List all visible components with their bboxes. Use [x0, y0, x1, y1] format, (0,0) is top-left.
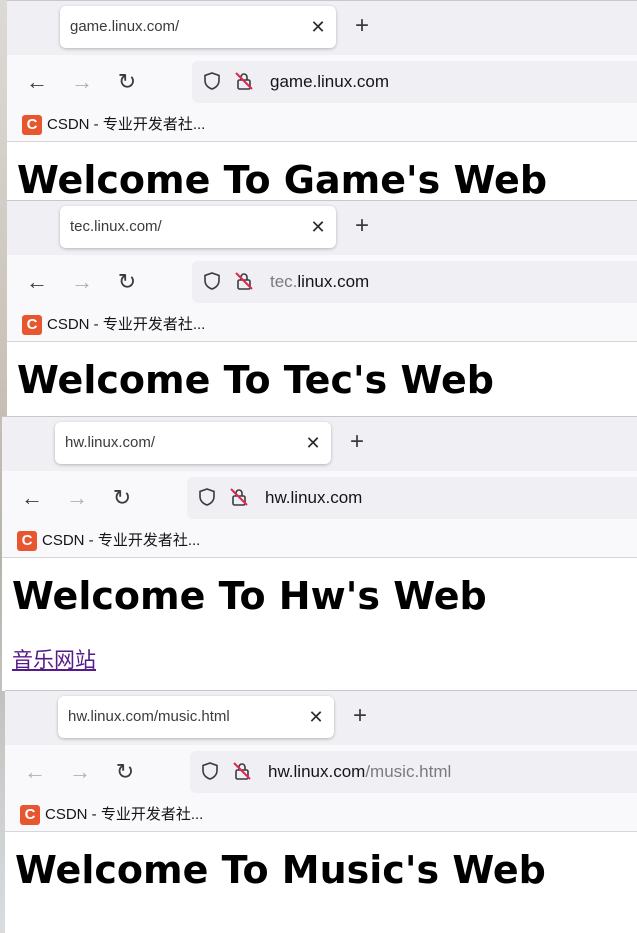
- bookmarks-toolbar: C CSDN - 专业开发者社...: [7, 309, 637, 342]
- tab-strip: hw.linux.com/music.html ✕ +: [5, 691, 637, 745]
- nav-toolbar: ← → ↻ tec.linux.com: [7, 255, 637, 309]
- tab-strip: game.linux.com/ ✕ +: [7, 1, 637, 55]
- address-bar[interactable]: tec.linux.com: [192, 261, 637, 303]
- shield-icon[interactable]: [202, 762, 218, 780]
- csdn-favicon-icon[interactable]: C: [22, 115, 42, 135]
- browser-window-game: game.linux.com/ ✕ + ← → ↻ game.linux.com…: [7, 0, 637, 201]
- reload-icon[interactable]: ↻: [112, 759, 138, 785]
- url-domain: hw.linux.com: [265, 488, 363, 507]
- back-arrow-icon[interactable]: ←: [22, 759, 48, 785]
- shield-icon[interactable]: [204, 72, 220, 90]
- bookmark-csdn[interactable]: CSDN - 专业开发者社...: [45, 799, 203, 831]
- address-bar[interactable]: game.linux.com: [192, 61, 637, 103]
- music-site-link[interactable]: 音乐网站: [12, 644, 96, 674]
- tab-hw[interactable]: hw.linux.com/ ✕: [55, 422, 331, 464]
- address-bar[interactable]: hw.linux.com/music.html: [190, 751, 637, 793]
- url-text[interactable]: tec.linux.com: [270, 261, 369, 303]
- bookmark-csdn[interactable]: CSDN - 专业开发者社...: [42, 525, 200, 557]
- page-content: Welcome To Music's Web: [5, 832, 637, 933]
- tab-game[interactable]: game.linux.com/ ✕: [60, 6, 336, 48]
- nav-toolbar: ← → ↻ hw.linux.com/music.html: [5, 745, 637, 799]
- insecure-lock-icon[interactable]: [232, 761, 252, 781]
- new-tab-button[interactable]: +: [349, 13, 375, 39]
- tab-tec[interactable]: tec.linux.com/ ✕: [60, 206, 336, 248]
- tab-title: hw.linux.com/: [65, 434, 156, 451]
- csdn-favicon-icon[interactable]: C: [17, 531, 37, 551]
- shield-icon[interactable]: [199, 488, 215, 506]
- new-tab-button[interactable]: +: [347, 703, 373, 729]
- back-arrow-icon[interactable]: ←: [24, 69, 50, 95]
- url-path: /music.html: [365, 762, 452, 781]
- bookmarks-toolbar: C CSDN - 专业开发者社...: [7, 109, 637, 142]
- forward-arrow-icon[interactable]: →: [69, 269, 95, 295]
- browser-window-music: hw.linux.com/music.html ✕ + ← → ↻ hw.lin…: [5, 690, 637, 933]
- insecure-lock-icon[interactable]: [234, 71, 254, 91]
- page-content: Welcome To Game's Web: [7, 142, 637, 201]
- insecure-lock-icon[interactable]: [229, 487, 249, 507]
- reload-icon[interactable]: ↻: [114, 69, 140, 95]
- insecure-lock-icon[interactable]: [234, 271, 254, 291]
- page-heading: Welcome To Game's Web: [17, 158, 548, 201]
- nav-toolbar: ← → ↻ hw.linux.com: [2, 471, 637, 525]
- nav-toolbar: ← → ↻ game.linux.com: [7, 55, 637, 109]
- new-tab-button[interactable]: +: [349, 213, 375, 239]
- tab-title: hw.linux.com/music.html: [68, 708, 230, 725]
- forward-arrow-icon[interactable]: →: [67, 759, 93, 785]
- url-text[interactable]: game.linux.com: [270, 61, 389, 103]
- tab-strip: tec.linux.com/ ✕ +: [7, 201, 637, 255]
- new-tab-button[interactable]: +: [344, 429, 370, 455]
- tab-music[interactable]: hw.linux.com/music.html ✕: [58, 696, 334, 738]
- page-heading: Welcome To Tec's Web: [17, 358, 494, 402]
- csdn-favicon-icon[interactable]: C: [20, 805, 40, 825]
- url-text[interactable]: hw.linux.com/music.html: [268, 751, 451, 793]
- bookmark-csdn[interactable]: CSDN - 专业开发者社...: [47, 109, 205, 141]
- close-tab-icon[interactable]: ✕: [306, 707, 326, 727]
- close-tab-icon[interactable]: ✕: [308, 217, 328, 237]
- bookmarks-toolbar: C CSDN - 专业开发者社...: [2, 525, 637, 558]
- url-domain: linux.com: [297, 272, 370, 291]
- close-tab-icon[interactable]: ✕: [303, 433, 323, 453]
- close-tab-icon[interactable]: ✕: [308, 17, 328, 37]
- reload-icon[interactable]: ↻: [109, 485, 135, 511]
- reload-icon[interactable]: ↻: [114, 269, 140, 295]
- bookmark-csdn[interactable]: CSDN - 专业开发者社...: [47, 309, 205, 341]
- tab-strip: hw.linux.com/ ✕ +: [2, 417, 637, 471]
- url-subdomain: tec.: [270, 272, 298, 291]
- browser-window-hw: hw.linux.com/ ✕ + ← → ↻ hw.linux.com C C…: [2, 416, 637, 691]
- bookmarks-toolbar: C CSDN - 专业开发者社...: [5, 799, 637, 832]
- url-domain: game.linux.com: [270, 72, 390, 91]
- back-arrow-icon[interactable]: ←: [19, 485, 45, 511]
- back-arrow-icon[interactable]: ←: [24, 269, 50, 295]
- browser-window-tec: tec.linux.com/ ✕ + ← → ↻ tec.linux.com C…: [7, 200, 637, 417]
- url-text[interactable]: hw.linux.com: [265, 477, 362, 519]
- shield-icon[interactable]: [204, 272, 220, 290]
- address-bar[interactable]: hw.linux.com: [187, 477, 637, 519]
- page-heading: Welcome To Hw's Web: [12, 574, 487, 618]
- csdn-favicon-icon[interactable]: C: [22, 315, 42, 335]
- tab-title: game.linux.com/: [70, 18, 180, 35]
- page-content: Welcome To Hw's Web 音乐网站: [2, 558, 637, 691]
- forward-arrow-icon[interactable]: →: [64, 485, 90, 511]
- page-heading: Welcome To Music's Web: [15, 848, 546, 892]
- tab-title: tec.linux.com/: [70, 218, 162, 235]
- page-content: Welcome To Tec's Web: [7, 342, 637, 417]
- forward-arrow-icon[interactable]: →: [69, 69, 95, 95]
- url-domain: hw.linux.com: [268, 762, 366, 781]
